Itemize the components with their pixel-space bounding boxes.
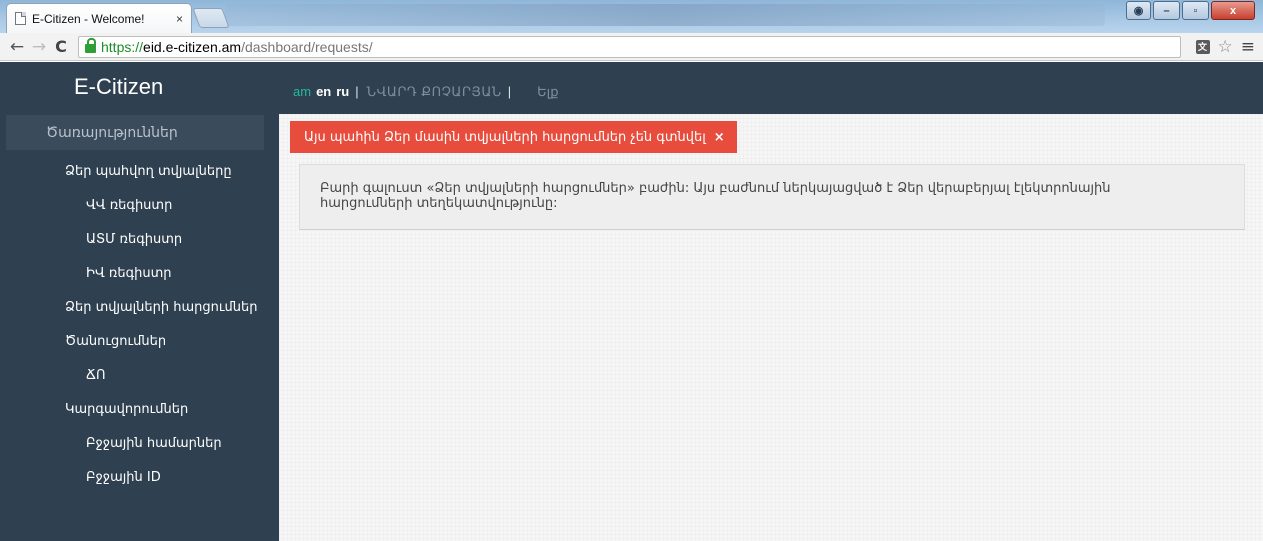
- maximize-button[interactable]: ▫: [1182, 1, 1209, 20]
- alert-message: Այս պահին Ձեր մասին տվյալների հարցումներ…: [304, 129, 706, 145]
- back-arrow-icon[interactable]: ←: [6, 37, 28, 57]
- lang-en-link[interactable]: en: [316, 84, 331, 99]
- site-header: E-Citizen am en ru | ՆՎԱՐԴ ՔՈՉԱՐՅԱՆ | Ել…: [0, 62, 1263, 114]
- info-text: Բարի գալուստ «Ձեր տվյալների հարցումներ» …: [320, 181, 1111, 211]
- sidebar-item-notifications[interactable]: Ծանուցումներ: [65, 334, 166, 349]
- sidebar-item-settings[interactable]: Կարգավորումներ: [65, 402, 188, 417]
- minimize-button[interactable]: –: [1153, 1, 1180, 20]
- browser-tab[interactable]: E-Citizen - Welcome! ×: [6, 3, 192, 33]
- page-icon: [15, 12, 26, 25]
- window-title-area: [225, 4, 1105, 26]
- url-path: /dashboard/requests/: [241, 38, 373, 55]
- lang-ru-link[interactable]: ru: [336, 84, 349, 99]
- sidebar-item-mobile-id[interactable]: Բջջային ID: [86, 470, 161, 485]
- error-alert: Այս պահին Ձեր մասին տվյալների հարցումներ…: [290, 121, 737, 153]
- sidebar-item-cho[interactable]: ՃՈ: [86, 368, 106, 383]
- close-window-button[interactable]: x: [1211, 1, 1255, 20]
- sidebar-item-atm-registry[interactable]: ԱՏՄ ռեգիստր: [86, 232, 182, 247]
- address-bar: ← → C https:// eid.e-citizen.am /dashboa…: [0, 33, 1263, 61]
- sidebar-item-stored-data[interactable]: Ձեր պահվող տվյալները: [65, 164, 232, 179]
- url-host: eid.e-citizen.am: [143, 38, 242, 55]
- separator: |: [507, 84, 512, 99]
- info-panel: Բարի գալուստ «Ձեր տվյալների հարցումներ» …: [299, 164, 1245, 230]
- sidebar-heading[interactable]: Ծառայություններ: [6, 115, 264, 150]
- url-input[interactable]: https:// eid.e-citizen.am /dashboard/req…: [78, 35, 1181, 58]
- browser-title-bar: E-Citizen - Welcome! × ◉ – ▫ x: [0, 0, 1263, 33]
- user-profile-icon[interactable]: ◉: [1126, 1, 1151, 20]
- main-content: Այս պահին Ձեր մասին տվյալների հարցումներ…: [279, 114, 1263, 541]
- logout-link[interactable]: Ելք: [537, 84, 558, 100]
- separator: |: [355, 84, 359, 99]
- sidebar-item-vv-registry[interactable]: ՎՎ ռեգիստր: [86, 198, 172, 213]
- sidebar-item-data-requests[interactable]: Ձեր տվյալների հարցումներ: [65, 300, 258, 315]
- sidebar-item-iv-registry[interactable]: ԻՎ ռեգիստր: [86, 266, 172, 281]
- alert-close-icon[interactable]: ×: [714, 130, 725, 145]
- lang-am-link[interactable]: am: [293, 84, 311, 99]
- brand-logo[interactable]: E-Citizen: [74, 74, 163, 100]
- lock-icon: [85, 38, 96, 53]
- tab-close-icon[interactable]: ×: [172, 12, 183, 26]
- reload-icon[interactable]: C: [50, 37, 72, 56]
- menu-icon[interactable]: ≡: [1241, 37, 1255, 57]
- window-controls: ◉ – ▫ x: [1126, 1, 1255, 20]
- translate-icon[interactable]: 文: [1195, 39, 1210, 54]
- language-bar: am en ru | ՆՎԱՐԴ ՔՈՉԱՐՅԱՆ | Ելք: [293, 84, 559, 100]
- forward-arrow-icon[interactable]: →: [28, 37, 50, 57]
- sidebar-item-mobile-numbers[interactable]: Բջջային համարներ: [86, 436, 222, 451]
- url-scheme: https://: [101, 38, 144, 55]
- user-name-link[interactable]: ՆՎԱՐԴ ՔՈՉԱՐՅԱՆ: [367, 84, 502, 100]
- tab-title: E-Citizen - Welcome!: [32, 11, 145, 26]
- star-icon[interactable]: ☆: [1218, 37, 1233, 57]
- sidebar: Ծառայություններ Ձեր պահվող տվյալները ՎՎ …: [0, 114, 279, 541]
